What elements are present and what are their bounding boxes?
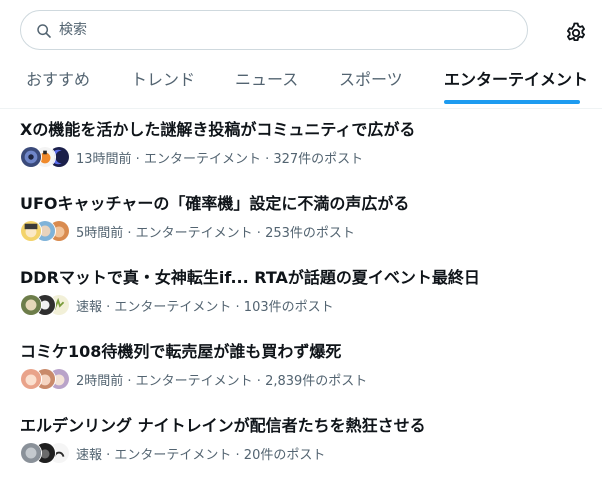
trend-meta: 2時間前 · エンターテイメント · 2,839件のポスト [20,367,367,391]
trend-meta: 5時間前 · エンターテイメント · 253件のポスト [20,219,355,243]
trend-meta-text: 2時間前 · エンターテイメント · 2,839件のポスト [76,373,368,389]
trend-meta: 速報 · エンターテイメント · 103件のポスト [20,293,334,317]
trend-meta-text: 5時間前 · エンターテイメント · 253件のポスト [76,225,355,241]
avatar-stack [20,294,72,316]
avatar-stack [20,368,72,390]
avatar-stack [20,146,72,168]
trend-title: DDRマットで真・女神転生if... RTAが話題の夏イベント最終日 [20,268,480,287]
trend-meta-text: 速報 · エンターテイメント · 103件のポスト [76,299,334,315]
tab-trending[interactable]: トレンド [131,62,195,108]
trend-item[interactable]: Xの機能を活かした謎解き投稿がコミュニティで広がる 13時間前 · エンターテイ… [0,119,602,193]
avatar [20,294,42,316]
trend-meta: 13時間前 · エンターテイメント · 327件のポスト [20,145,363,169]
avatar-stack [20,220,72,242]
search-icon [37,24,51,38]
explore-header: おすすめ トレンド ニュース スポーツ エンターテイメント [0,0,602,109]
avatar-stack [20,442,72,464]
trend-meta-text: 13時間前 · エンターテイメント · 327件のポスト [76,151,364,167]
trend-title: UFOキャッチャーの「確率機」設定に不満の声広がる [20,194,410,213]
trend-title: エルデンリング ナイトレインが配信者たちを熱狂させる [20,416,426,435]
avatar [20,220,42,242]
tab-recommended[interactable]: おすすめ [26,62,90,108]
search-input[interactable] [59,19,519,41]
trend-meta-text: 速報 · エンターテイメント · 20件のポスト [76,447,326,463]
trend-item[interactable]: エルデンリング ナイトレインが配信者たちを熱狂させる 速報 · エンターテイメン… [0,415,602,489]
trend-item[interactable]: DDRマットで真・女神転生if... RTAが話題の夏イベント最終日 速報 · … [0,267,602,341]
search-bar[interactable] [20,10,528,50]
avatar [20,146,42,168]
trend-title: Xの機能を活かした謎解き投稿がコミュニティで広がる [20,120,416,139]
trend-item[interactable]: コミケ108待機列で転売屋が誰も買わず爆死 2時間前 · エンターテイメント ·… [0,341,602,415]
avatar [20,442,42,464]
trend-item[interactable]: UFOキャッチャーの「確率機」設定に不満の声広がる 5時間前 · エンターテイメ… [0,193,602,267]
trend-title: コミケ108待機列で転売屋が誰も買わず爆死 [20,342,342,361]
tab-news[interactable]: ニュース [235,62,298,108]
tab-sports[interactable]: スポーツ [339,62,403,108]
gear-icon[interactable] [564,21,588,45]
active-tab-indicator [444,100,580,104]
trend-meta: 速報 · エンターテイメント · 20件のポスト [20,441,325,465]
avatar [20,368,42,390]
